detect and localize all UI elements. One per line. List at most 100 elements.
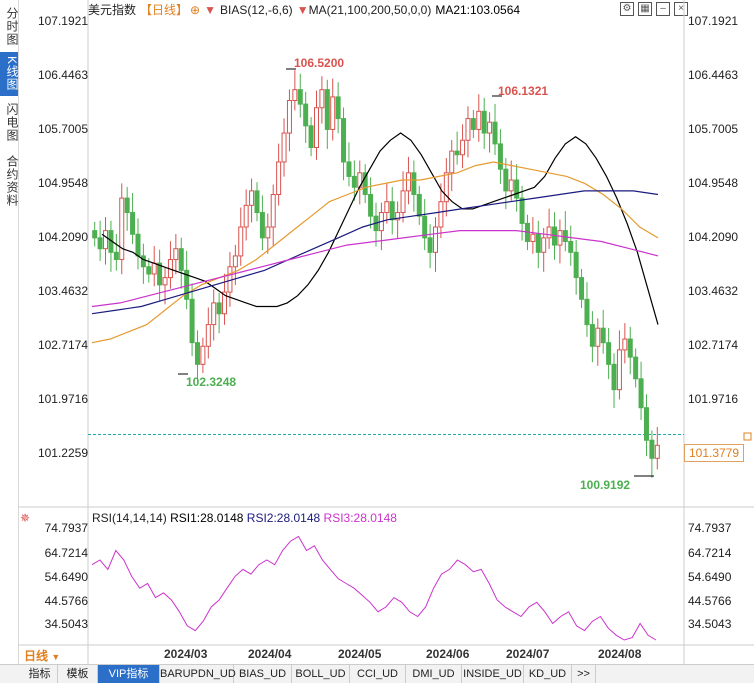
- candle-body: [638, 378, 644, 409]
- candle-body: [541, 237, 547, 253]
- candle-body: [481, 110, 487, 134]
- candle-body: [595, 327, 601, 347]
- more-tabs-button[interactable]: >>: [572, 665, 596, 683]
- candle-body: [622, 338, 628, 351]
- candle-body: [411, 172, 417, 195]
- candle-body: [146, 266, 152, 275]
- candle-body: [276, 161, 282, 195]
- candle-body: [178, 248, 184, 271]
- tab-vip-indicator[interactable]: VIP指标: [98, 665, 160, 683]
- candle-body: [476, 110, 482, 130]
- dropdown-icon: ▼: [51, 652, 61, 662]
- candle-body: [270, 193, 276, 228]
- candle-body: [449, 150, 455, 174]
- candle-body: [530, 233, 536, 242]
- indicator-tab-bar: 指标 模板 VIP指标 BARUPDN_UD BIAS_UD BOLL_UD C…: [0, 664, 754, 683]
- candle-body: [97, 237, 103, 250]
- candle-body: [400, 190, 406, 214]
- candle-body: [297, 89, 303, 105]
- candle-body: [173, 248, 179, 261]
- candle-body: [546, 226, 552, 239]
- date-label: 2024/05: [338, 647, 382, 661]
- candle-body: [416, 193, 422, 217]
- candle-body: [324, 89, 330, 130]
- candle-body: [465, 118, 471, 141]
- tab-template[interactable]: 模板: [58, 665, 98, 683]
- rsi2-value: RSI2:28.0148: [246, 511, 321, 525]
- tab-kd[interactable]: KD_UD: [524, 665, 572, 683]
- candle-body: [643, 407, 649, 441]
- rsi-label[interactable]: RSI(14,14,14): [92, 511, 167, 525]
- candle-body: [649, 439, 655, 459]
- candlestick-chart[interactable]: [0, 0, 754, 682]
- tab-dmi[interactable]: DMI_UD: [406, 665, 462, 683]
- candle-body: [232, 255, 238, 268]
- candle-body: [119, 197, 125, 261]
- price-marker-icon: [743, 432, 752, 441]
- candle-body: [573, 251, 579, 279]
- candle-body: [346, 161, 352, 177]
- high-annotation-1: 106.5200: [294, 56, 345, 70]
- candle-body: [470, 118, 476, 130]
- date-label: 2024/06: [426, 647, 470, 661]
- candle-body: [460, 139, 466, 156]
- candle-body: [335, 96, 341, 120]
- candle-body: [633, 356, 639, 380]
- candle-body: [238, 226, 244, 257]
- candle-body: [308, 125, 314, 148]
- candle-body: [389, 201, 395, 221]
- candle-body: [216, 302, 222, 315]
- candle-body: [249, 190, 255, 206]
- candle-body: [568, 240, 574, 253]
- last-price-badge: 101.3779: [684, 444, 744, 462]
- date-label: 2024/07: [506, 647, 550, 661]
- candle-body: [503, 168, 509, 192]
- candle-body: [211, 302, 217, 326]
- candle-body: [579, 277, 585, 300]
- candle-body: [492, 121, 498, 145]
- low-annotation-1: 102.3248: [186, 375, 237, 389]
- candle-body: [611, 363, 617, 391]
- candle-body: [627, 338, 633, 358]
- candle-body: [600, 327, 606, 344]
- tab-inside[interactable]: INSIDE_UD: [462, 665, 524, 683]
- candle-body: [330, 96, 336, 130]
- candle-body: [265, 226, 271, 239]
- period-selector[interactable]: 日线 ▼: [24, 648, 84, 664]
- candle-body: [584, 298, 590, 326]
- date-label: 2024/03: [164, 647, 208, 661]
- candle-body: [589, 324, 595, 347]
- candle-body: [341, 118, 347, 163]
- low-annotation-2: 100.9192: [580, 478, 631, 492]
- candle-body: [606, 342, 612, 365]
- candle-body: [286, 100, 292, 134]
- candle-body: [535, 233, 541, 253]
- candle-body: [562, 230, 568, 242]
- tab-indicator[interactable]: 指标: [22, 665, 58, 683]
- candle-body: [654, 444, 660, 459]
- candle-body: [557, 230, 563, 246]
- candle-body: [313, 107, 319, 148]
- candle-body: [433, 226, 439, 253]
- candle-body: [292, 89, 298, 102]
- candle-body: [514, 179, 520, 199]
- rsi-settings-icon[interactable]: ✵: [20, 511, 30, 525]
- candle-body: [113, 251, 119, 261]
- candle-body: [189, 298, 195, 344]
- tab-boll[interactable]: BOLL_UD: [292, 665, 350, 683]
- candle-body: [368, 193, 374, 217]
- candle-body: [259, 212, 265, 239]
- rsi-header: RSI(14,14,14) RSI1:28.0148 RSI2:28.0148 …: [92, 511, 397, 525]
- candle-body: [454, 150, 460, 156]
- candle-body: [151, 262, 157, 275]
- period-selector-label: 日线: [24, 649, 49, 663]
- candle-body: [124, 197, 130, 214]
- candle-body: [254, 190, 260, 214]
- tab-barupdn[interactable]: BARUPDN_UD: [160, 665, 236, 683]
- tab-bias[interactable]: BIAS_UD: [234, 665, 292, 683]
- candle-body: [103, 230, 109, 250]
- candle-body: [243, 204, 249, 228]
- candle-body: [135, 233, 141, 257]
- candle-body: [194, 342, 200, 365]
- tab-cci[interactable]: CCI_UD: [350, 665, 406, 683]
